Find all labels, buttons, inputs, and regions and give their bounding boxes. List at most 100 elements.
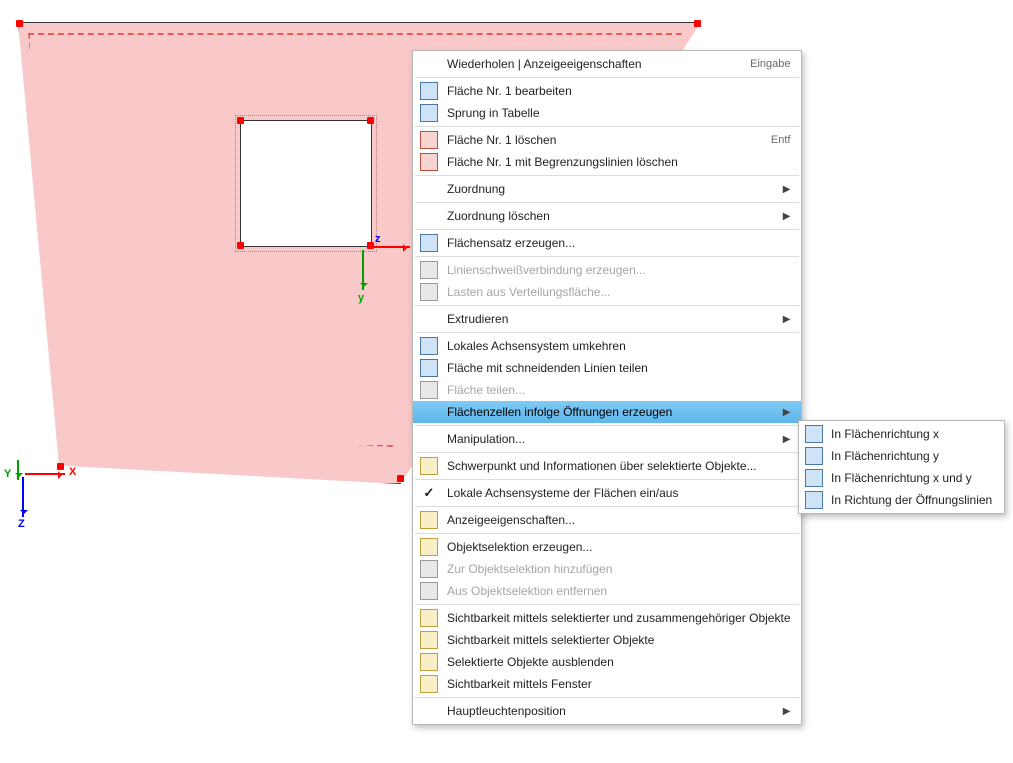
menu-separator (415, 202, 799, 203)
menu-display-props[interactable]: Anzeigeeigenschaften... (413, 509, 801, 531)
local-axis-z-label: z (375, 233, 381, 245)
obj-sel-create-icon (417, 538, 441, 556)
menu-add-to-obj-selection: Zur Objektselektion hinzufügen (413, 558, 801, 580)
menu-shortcut: Entf (741, 134, 791, 146)
menu-label: Flächenzellen infolge Öffnungen erzeugen (441, 405, 781, 419)
weld-icon (417, 261, 441, 279)
hide-icon (417, 653, 441, 671)
node[interactable] (694, 20, 701, 27)
menu-separator (415, 604, 799, 605)
submenu-dir-xy[interactable]: In Flächenrichtung x und y (799, 467, 1004, 489)
local-axis-y-label: y (358, 292, 364, 304)
menu-visibility-sel-related[interactable]: Sichtbarkeit mittels selektierter und zu… (413, 607, 801, 629)
menu-label: Sprung in Tabelle (441, 106, 791, 120)
menu-jump-to-table[interactable]: Sprung in Tabelle (413, 102, 801, 124)
menu-label: Anzeigeeigenschaften... (441, 513, 791, 527)
menu-assignment-delete[interactable]: Zuordnung löschen ▶ (413, 205, 801, 227)
visibility-window-icon (417, 675, 441, 693)
menu-label: Zur Objektselektion hinzufügen (441, 562, 791, 576)
menu-remove-from-obj-selection: Aus Objektselektion entfernen (413, 580, 801, 602)
submenu-arrow-icon: ▶ (781, 184, 791, 195)
menu-separator (415, 533, 799, 534)
menu-label: Objektselektion erzeugen... (441, 540, 791, 554)
menu-label: Selektierte Objekte ausblenden (441, 655, 791, 669)
table-icon (417, 104, 441, 122)
local-axis-y (362, 250, 364, 290)
global-axis-y-label: Y (4, 468, 11, 480)
menu-label: Fläche Nr. 1 bearbeiten (441, 84, 791, 98)
cells-from-openings-submenu: In Flächenrichtung x In Flächenrichtung … (798, 420, 1005, 514)
cut-icon (417, 359, 441, 377)
split-icon (417, 381, 441, 399)
submenu-arrow-icon: ▶ (781, 706, 791, 717)
node[interactable] (237, 117, 244, 124)
menu-create-weld-line: Linienschweißverbindung erzeugen... (413, 259, 801, 281)
menu-delete-surface-with-lines[interactable]: Fläche Nr. 1 mit Begrenzungslinien lösch… (413, 151, 801, 173)
delete-icon (417, 131, 441, 149)
reverse-axis-icon (417, 337, 441, 355)
submenu-arrow-icon: ▶ (781, 314, 791, 325)
obj-sel-remove-icon (417, 582, 441, 600)
info-icon (417, 457, 441, 475)
menu-separator (415, 479, 799, 480)
menu-label: Fläche Nr. 1 mit Begrenzungslinien lösch… (441, 155, 791, 169)
menu-label: Linienschweißverbindung erzeugen... (441, 263, 791, 277)
menu-label: Aus Objektselektion entfernen (441, 584, 791, 598)
menu-local-axes-toggle[interactable]: ✓ Lokale Achsensysteme der Flächen ein/a… (413, 482, 801, 504)
menu-separator (415, 77, 799, 78)
edit-icon (417, 82, 441, 100)
menu-visibility-selected[interactable]: Sichtbarkeit mittels selektierter Objekt… (413, 629, 801, 651)
menu-label: Fläche teilen... (441, 383, 791, 397)
menu-label: Lokales Achsensystem umkehren (441, 339, 791, 353)
menu-label: Manipulation... (441, 432, 781, 446)
visibility-icon (417, 609, 441, 627)
menu-label: Flächensatz erzeugen... (441, 236, 791, 250)
node[interactable] (57, 463, 64, 470)
menu-reverse-local-axis[interactable]: Lokales Achsensystem umkehren (413, 335, 801, 357)
menu-manipulation[interactable]: Manipulation... ▶ (413, 428, 801, 450)
menu-separator (415, 425, 799, 426)
menu-label: Sichtbarkeit mittels selektierter und zu… (441, 611, 791, 625)
menu-loads-from-distribution: Lasten aus Verteilungsfläche... (413, 281, 801, 303)
submenu-dir-opening-lines[interactable]: In Richtung der Öffnungslinien (799, 489, 1004, 511)
menu-visibility-window[interactable]: Sichtbarkeit mittels Fenster (413, 673, 801, 695)
surface-opening[interactable] (240, 120, 372, 247)
global-axis-y (17, 460, 19, 480)
load-dist-icon (417, 283, 441, 301)
node[interactable] (397, 475, 404, 482)
node[interactable] (367, 117, 374, 124)
global-axis-z (22, 477, 24, 517)
menu-separator (415, 256, 799, 257)
global-axis-z-label: Z (18, 518, 25, 530)
menu-separator (415, 452, 799, 453)
menu-label: Fläche Nr. 1 löschen (441, 133, 741, 147)
menu-label: Wiederholen | Anzeigeeigenschaften (441, 57, 720, 71)
menu-extrude[interactable]: Extrudieren ▶ (413, 308, 801, 330)
menu-centroid-info[interactable]: Schwerpunkt und Informationen über selek… (413, 455, 801, 477)
menu-label: Extrudieren (441, 312, 781, 326)
surface-context-menu: Wiederholen | Anzeigeeigenschaften Einga… (412, 50, 802, 725)
global-axis-x (25, 473, 65, 475)
menu-create-surface-set[interactable]: Flächensatz erzeugen... (413, 232, 801, 254)
node[interactable] (237, 242, 244, 249)
submenu-dir-y[interactable]: In Flächenrichtung y (799, 445, 1004, 467)
delete-lines-icon (417, 153, 441, 171)
menu-hide-selected[interactable]: Selektierte Objekte ausblenden (413, 651, 801, 673)
menu-repeat-display-props[interactable]: Wiederholen | Anzeigeeigenschaften Einga… (413, 53, 801, 75)
dir-y-icon (803, 447, 825, 465)
check-icon: ✓ (417, 485, 441, 501)
menu-assignment[interactable]: Zuordnung ▶ (413, 178, 801, 200)
submenu-dir-x[interactable]: In Flächenrichtung x (799, 423, 1004, 445)
menu-edit-surface[interactable]: Fläche Nr. 1 bearbeiten (413, 80, 801, 102)
menu-shortcut: Eingabe (720, 58, 790, 70)
menu-main-light-position[interactable]: Hauptleuchtenposition ▶ (413, 700, 801, 722)
menu-split-by-cutting-lines[interactable]: Fläche mit schneidenden Linien teilen (413, 357, 801, 379)
dir-x-icon (803, 425, 825, 443)
menu-cells-from-openings[interactable]: Flächenzellen infolge Öffnungen erzeugen… (413, 401, 801, 423)
menu-separator (415, 305, 799, 306)
node[interactable] (16, 20, 23, 27)
menu-delete-surface[interactable]: Fläche Nr. 1 löschen Entf (413, 129, 801, 151)
menu-create-obj-selection[interactable]: Objektselektion erzeugen... (413, 536, 801, 558)
menu-label: In Flächenrichtung x und y (825, 471, 972, 485)
menu-label: Zuordnung (441, 182, 781, 196)
